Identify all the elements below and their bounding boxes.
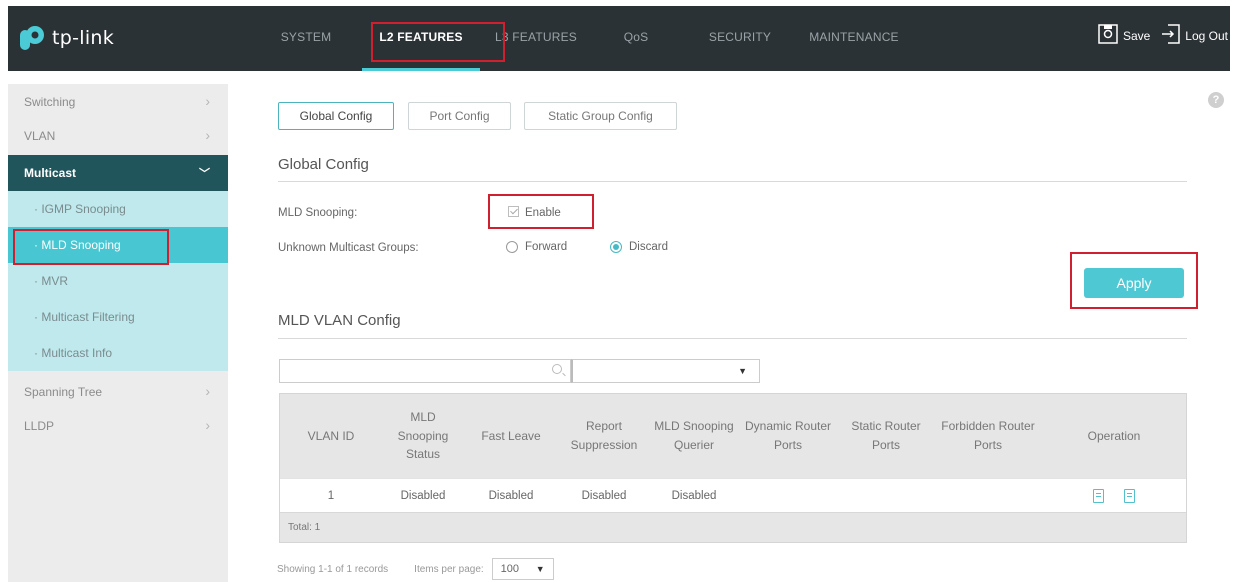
chevron-right-icon: › <box>205 383 210 399</box>
forward-label: Forward <box>525 241 568 253</box>
cell-mld-status: Disabled <box>400 489 446 502</box>
section-title-mld-vlan-config: MLD VLAN Config <box>278 312 401 329</box>
details-icon[interactable] <box>1124 488 1135 503</box>
column-header: MLD Snooping Status <box>397 410 449 462</box>
sidebar-item-label: · Multicast Filtering <box>34 310 135 324</box>
logout-button[interactable]: Log Out <box>1160 24 1228 47</box>
nav-security[interactable]: SECURITY <box>686 6 794 71</box>
sidebar-item-switching[interactable]: Switching › <box>8 84 228 120</box>
cell-operation <box>1042 479 1186 512</box>
pagination-footer: Showing 1-1 of 1 records Items per page:… <box>277 558 554 580</box>
cell-forbidden-router-ports <box>934 479 1042 512</box>
top-navigation-bar: tp-link SYSTEM L2 FEATURES L3 FEATURES Q… <box>8 6 1230 71</box>
section-title-global-config: Global Config <box>278 156 369 173</box>
sidebar-item-mvr[interactable]: · MVR <box>8 263 228 299</box>
enable-highlight-box <box>488 194 594 229</box>
radio-forward[interactable]: Forward <box>506 241 567 253</box>
sidebar-item-label: LLDP <box>24 419 55 433</box>
unknown-multicast-label: Unknown Multicast Groups: <box>278 242 419 254</box>
edit-icon[interactable] <box>1093 488 1104 503</box>
tab-static-group-config[interactable]: Static Group Config <box>524 102 677 130</box>
sidebar-item-label: VLAN <box>24 129 56 143</box>
chevron-right-icon: › <box>205 417 210 433</box>
sidebar-item-vlan[interactable]: VLAN › <box>8 118 228 154</box>
tab-port-config[interactable]: Port Config <box>408 102 511 130</box>
chevron-right-icon: › <box>205 93 210 109</box>
column-header: Report Suppression <box>570 419 638 452</box>
radio-icon <box>506 241 518 253</box>
brand-name: tp-link <box>52 27 115 49</box>
column-header: Forbidden Router Ports <box>941 419 1035 452</box>
column-header: MLD Snooping Querier <box>654 419 734 452</box>
column-header: Static Router Ports <box>851 419 921 452</box>
sidebar-highlight-box <box>13 229 169 265</box>
sidebar-item-label: · MVR <box>34 274 68 288</box>
nav-system[interactable]: SYSTEM <box>256 6 356 71</box>
cell-static-router-ports <box>838 479 934 512</box>
divider <box>278 181 1187 182</box>
filter-select[interactable]: ▼ <box>571 359 760 383</box>
sidebar-item-lldp[interactable]: LLDP › <box>8 408 228 444</box>
help-icon[interactable]: ? <box>1208 92 1224 108</box>
chevron-down-icon: ﹀ <box>199 168 210 180</box>
cell-dynamic-router-ports <box>738 479 838 512</box>
column-header: Dynamic Router Ports <box>744 419 832 452</box>
column-header: Operation <box>1087 428 1141 443</box>
search-input[interactable] <box>279 359 571 383</box>
nav-maintenance[interactable]: MAINTENANCE <box>794 6 914 71</box>
search-icon <box>552 364 562 374</box>
top-actions: Save Log Out <box>1098 24 1228 47</box>
save-label: Save <box>1122 28 1151 43</box>
items-per-page-value: 100 <box>500 563 520 575</box>
cell-querier: Disabled <box>671 489 717 502</box>
logout-label: Log Out <box>1185 28 1228 43</box>
table-row[interactable]: 1 Disabled Disabled Disabled Disabled <box>280 478 1186 512</box>
discard-label: Discard <box>629 241 668 253</box>
apply-highlight-box <box>1070 252 1198 309</box>
radio-selected-icon <box>610 241 622 253</box>
divider <box>278 338 1187 339</box>
sidebar-item-label: · IGMP Snooping <box>34 202 126 216</box>
sidebar-item-spanning-tree[interactable]: Spanning Tree › <box>8 374 228 410</box>
sidebar-item-label: · Multicast Info <box>34 346 113 360</box>
tp-link-logo-icon <box>18 24 46 52</box>
tab-global-config[interactable]: Global Config <box>278 102 394 130</box>
nav-qos[interactable]: QoS <box>586 6 686 71</box>
chevron-right-icon: › <box>205 127 210 143</box>
cell-fast-leave: Disabled <box>488 489 534 502</box>
save-icon <box>1098 24 1118 47</box>
sidebar-item-label: Multicast <box>24 166 77 180</box>
nav-highlight-box <box>371 22 505 62</box>
sidebar-item-label: Spanning Tree <box>24 385 103 399</box>
sidebar-item-multicast-filtering[interactable]: · Multicast Filtering <box>8 299 228 335</box>
column-header: Fast Leave <box>481 428 541 443</box>
sidebar-item-multicast[interactable]: Multicast ﹀ <box>8 155 228 191</box>
sidebar-item-label: Switching <box>24 95 76 109</box>
mld-vlan-table: VLAN ID MLD Snooping Status Fast Leave R… <box>279 393 1187 543</box>
logout-icon <box>1160 24 1181 47</box>
save-button[interactable]: Save <box>1098 24 1150 47</box>
radio-discard[interactable]: Discard <box>610 241 668 253</box>
items-per-page-select[interactable]: 100 ▼ <box>491 558 554 580</box>
caret-down-icon: ▼ <box>738 366 747 376</box>
mld-snooping-label: MLD Snooping: <box>278 207 358 219</box>
cell-vlan-id: 1 <box>327 489 335 502</box>
sidebar-item-igmp-snooping[interactable]: · IGMP Snooping <box>8 191 228 227</box>
column-header: VLAN ID <box>307 428 355 443</box>
logo: tp-link <box>18 24 114 52</box>
main-nav: SYSTEM L2 FEATURES L3 FEATURES QoS SECUR… <box>256 6 914 71</box>
sidebar: Switching › VLAN › Multicast ﹀ · IGMP Sn… <box>8 84 228 582</box>
cell-report-suppression: Disabled <box>581 489 627 502</box>
main-content: ? Global Config Port Config Static Group… <box>240 84 1230 582</box>
table-header: VLAN ID MLD Snooping Status Fast Leave R… <box>280 394 1186 478</box>
items-per-page-label: Items per page: <box>414 563 484 575</box>
records-count: Showing 1-1 of 1 records <box>277 563 389 575</box>
table-total: Total: 1 <box>280 512 1186 542</box>
caret-down-icon: ▼ <box>535 564 545 574</box>
sidebar-item-multicast-info[interactable]: · Multicast Info <box>8 335 228 371</box>
